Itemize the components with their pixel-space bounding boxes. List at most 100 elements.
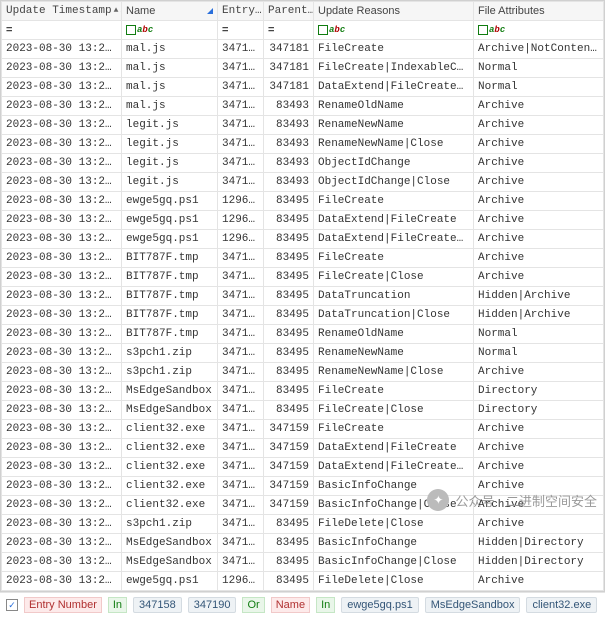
cell-parent: 83495: [264, 211, 314, 230]
cell-attr: Normal: [474, 344, 604, 363]
cell-reason: RenameNewName|Close: [314, 363, 474, 382]
cell-name: client32.exe: [122, 420, 218, 439]
column-label: File Attributes: [478, 4, 545, 18]
cell-name: BIT787F.tmp: [122, 287, 218, 306]
table-row[interactable]: 2023-08-30 13:26:29ewge5gq.ps11296748349…: [2, 572, 604, 591]
filter-cell-reason[interactable]: abc: [314, 21, 474, 40]
filter-cell-attr[interactable]: abc: [474, 21, 604, 40]
cell-reason: RenameNewName: [314, 116, 474, 135]
table-row[interactable]: 2023-08-30 13:22:20mal.js34719083493Rena…: [2, 97, 604, 116]
cell-parent: 347181: [264, 78, 314, 97]
table-row[interactable]: 2023-08-30 13:26:11legit.js34719083493Ob…: [2, 154, 604, 173]
cell-parent: 83495: [264, 363, 314, 382]
table-row[interactable]: 2023-08-30 13:26:28MsEdgeSandbox34715983…: [2, 553, 604, 572]
table-row[interactable]: 2023-08-30 13:26:28MsEdgeSandbox34715983…: [2, 534, 604, 553]
table-row[interactable]: 2023-08-30 13:26:24BIT787F.tmp3471588349…: [2, 306, 604, 325]
cell-attr: Archive: [474, 572, 604, 591]
table-row[interactable]: 2023-08-30 13:22:20legit.js34719083493Re…: [2, 116, 604, 135]
filter-value[interactable]: 347190: [188, 597, 237, 613]
fx-icon: abc: [318, 23, 345, 37]
table-row[interactable]: 2023-08-30 13:26:22ewge5gq.ps11296748349…: [2, 211, 604, 230]
cell-timestamp: 2023-08-30 13:26:27: [2, 458, 122, 477]
cell-reason: DataExtend|FileCreate: [314, 211, 474, 230]
cell-attr: Hidden|Archive: [474, 287, 604, 306]
filter-cell-timestamp[interactable]: =: [2, 21, 122, 40]
filter-value[interactable]: MsEdgeSandbox: [425, 597, 521, 613]
table-row[interactable]: 2023-08-30 13:22:20legit.js34719083493Re…: [2, 135, 604, 154]
cell-reason: DataExtend|FileCreate|Close: [314, 458, 474, 477]
cell-parent: 347159: [264, 439, 314, 458]
column-header-row: Update Timestamp ▲ … Name Entry…: [2, 2, 604, 21]
cell-entry: 347159: [218, 553, 264, 572]
cell-parent: 83495: [264, 325, 314, 344]
cell-parent: 83493: [264, 135, 314, 154]
table-row[interactable]: 2023-08-30 13:26:24s3pch1.zip34715883495…: [2, 363, 604, 382]
filter-enabled-checkbox[interactable]: ✓: [6, 599, 18, 611]
cell-parent: 347181: [264, 40, 314, 59]
cell-timestamp: 2023-08-30 13:26:11: [2, 173, 122, 192]
cell-parent: 83495: [264, 230, 314, 249]
table-row[interactable]: 2023-08-30 13:26:24MsEdgeSandbox34715983…: [2, 382, 604, 401]
cell-entry: 347190: [218, 116, 264, 135]
table-row[interactable]: 2023-08-30 13:26:24BIT787F.tmp3471588349…: [2, 325, 604, 344]
cell-attr: Archive: [474, 192, 604, 211]
table-row[interactable]: 2023-08-30 13:21:28mal.js347190347181Fil…: [2, 40, 604, 59]
filter-field-name[interactable]: Name: [271, 597, 310, 613]
sort-asc-icon: ▲: [114, 4, 119, 18]
cell-entry: 347190: [218, 173, 264, 192]
column-header-name[interactable]: Name: [122, 2, 218, 21]
cell-attr: Archive|NotConten…: [474, 40, 604, 59]
table-row[interactable]: 2023-08-30 13:26:27client32.exe347168347…: [2, 439, 604, 458]
cell-timestamp: 2023-08-30 13:22:20: [2, 135, 122, 154]
filter-cell-parent[interactable]: =: [264, 21, 314, 40]
cell-attr: Archive: [474, 249, 604, 268]
cell-reason: FileCreate|Close: [314, 268, 474, 287]
table-row[interactable]: 2023-08-30 13:26:24MsEdgeSandbox34715983…: [2, 401, 604, 420]
cell-attr: Archive: [474, 363, 604, 382]
table-row[interactable]: 2023-08-30 13:26:22ewge5gq.ps11296748349…: [2, 192, 604, 211]
column-header-attributes[interactable]: File Attributes: [474, 2, 604, 21]
cell-timestamp: 2023-08-30 13:26:28: [2, 515, 122, 534]
filter-cell-entry[interactable]: =: [218, 21, 264, 40]
table-row[interactable]: 2023-08-30 13:26:27client32.exe347168347…: [2, 420, 604, 439]
cell-name: legit.js: [122, 116, 218, 135]
cell-parent: 347159: [264, 458, 314, 477]
cell-name: MsEdgeSandbox: [122, 534, 218, 553]
table-row[interactable]: 2023-08-30 13:26:27client32.exe347168347…: [2, 496, 604, 515]
cell-timestamp: 2023-08-30 13:26:28: [2, 553, 122, 572]
cell-entry: 347159: [218, 534, 264, 553]
cell-entry: 347168: [218, 496, 264, 515]
cell-name: client32.exe: [122, 439, 218, 458]
cell-timestamp: 2023-08-30 13:26:27: [2, 420, 122, 439]
cell-name: client32.exe: [122, 458, 218, 477]
table-row[interactable]: 2023-08-30 13:26:24BIT787F.tmp3471588349…: [2, 249, 604, 268]
table-row[interactable]: 2023-08-30 13:26:24BIT787F.tmp3471588349…: [2, 287, 604, 306]
table-row[interactable]: 2023-08-30 13:26:27client32.exe347168347…: [2, 458, 604, 477]
table-row[interactable]: 2023-08-30 13:26:11legit.js34719083493Ob…: [2, 173, 604, 192]
table-row[interactable]: 2023-08-30 13:26:28s3pch1.zip34715883495…: [2, 515, 604, 534]
filter-cell-name[interactable]: abc: [122, 21, 218, 40]
filter-value[interactable]: 347158: [133, 597, 182, 613]
column-header-reasons[interactable]: Update Reasons: [314, 2, 474, 21]
cell-reason: FileCreate: [314, 420, 474, 439]
table-row[interactable]: 2023-08-30 13:26:24BIT787F.tmp3471588349…: [2, 268, 604, 287]
filter-value[interactable]: ewge5gq.ps1: [341, 597, 418, 613]
filter-field-entry[interactable]: Entry Number: [24, 597, 102, 613]
cell-name: BIT787F.tmp: [122, 268, 218, 287]
cell-entry: 347158: [218, 325, 264, 344]
table-row[interactable]: 2023-08-30 13:26:27client32.exe347168347…: [2, 477, 604, 496]
column-header-parent[interactable]: Parent… …: [264, 2, 314, 21]
filter-op-in: In: [316, 597, 335, 613]
table-row[interactable]: 2023-08-30 13:21:28mal.js347190347181Fil…: [2, 59, 604, 78]
cell-attr: Archive: [474, 97, 604, 116]
equals-icon: =: [222, 23, 228, 37]
table-row[interactable]: 2023-08-30 13:26:22ewge5gq.ps11296748349…: [2, 230, 604, 249]
table-row[interactable]: 2023-08-30 13:21:28mal.js347190347181Dat…: [2, 78, 604, 97]
filter-value[interactable]: client32.exe: [526, 597, 597, 613]
cell-timestamp: 2023-08-30 13:21:28: [2, 78, 122, 97]
column-header-entry[interactable]: Entry…: [218, 2, 264, 21]
cell-reason: FileCreate|IndexableChange|…: [314, 59, 474, 78]
column-header-timestamp[interactable]: Update Timestamp ▲ …: [2, 2, 122, 21]
table-row[interactable]: 2023-08-30 13:26:24s3pch1.zip34715883495…: [2, 344, 604, 363]
cell-name: BIT787F.tmp: [122, 249, 218, 268]
